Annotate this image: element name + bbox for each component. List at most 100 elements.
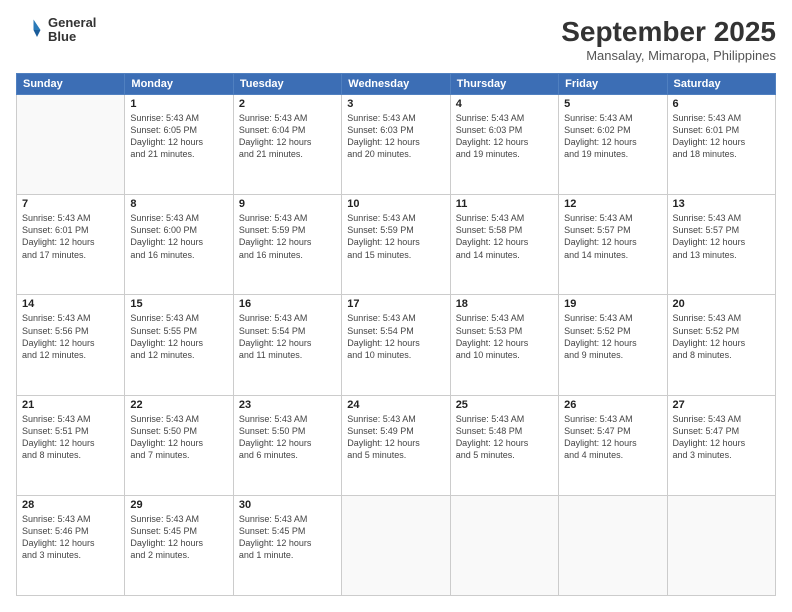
logo-line2: Blue	[48, 30, 96, 44]
calendar-cell: 11 Sunrise: 5:43 AM Sunset: 5:58 PM Dayli…	[450, 195, 558, 295]
day-info: Sunrise: 5:43 AM Sunset: 6:01 PM Dayligh…	[22, 212, 119, 261]
day-number: 22	[130, 399, 227, 411]
calendar-cell	[559, 495, 667, 595]
day-number: 1	[130, 98, 227, 110]
day-number: 13	[673, 198, 770, 210]
day-info: Sunrise: 5:43 AM Sunset: 5:47 PM Dayligh…	[673, 413, 770, 462]
day-number: 29	[130, 499, 227, 511]
logo: General Blue	[16, 16, 96, 45]
day-number: 9	[239, 198, 336, 210]
col-header-monday: Monday	[125, 74, 233, 95]
day-number: 15	[130, 298, 227, 310]
calendar-cell: 9Sunrise: 5:43 AM Sunset: 5:59 PM Daylig…	[233, 195, 341, 295]
logo-icon	[16, 16, 44, 44]
day-number: 20	[673, 298, 770, 310]
week-row-5: 28 Sunrise: 5:43 AM Sunset: 5:46 PM Dayli…	[17, 495, 776, 595]
location: Mansalay, Mimaropa, Philippines	[561, 48, 776, 63]
calendar-cell: 4Sunrise: 5:43 AM Sunset: 6:03 PM Daylig…	[450, 95, 558, 195]
week-row-3: 14Sunrise: 5:43 AM Sunset: 5:56 PM Dayli…	[17, 295, 776, 395]
day-info: Sunrise: 5:43 AM Sunset: 5:56 PM Dayligh…	[22, 312, 119, 361]
calendar-cell: 15Sunrise: 5:43 AM Sunset: 5:55 PM Dayli…	[125, 295, 233, 395]
day-info: Sunrise: 5:43 AM Sunset: 5:57 PM Dayligh…	[564, 212, 661, 261]
calendar-cell: 24Sunrise: 5:43 AM Sunset: 5:49 PM Dayli…	[342, 395, 450, 495]
calendar-cell: 8Sunrise: 5:43 AM Sunset: 6:00 PM Daylig…	[125, 195, 233, 295]
week-row-2: 7 Sunrise: 5:43 AM Sunset: 6:01 PM Daylig…	[17, 195, 776, 295]
day-number: 19	[564, 298, 661, 310]
day-info: Sunrise: 5:43 AM Sunset: 6:00 PM Dayligh…	[130, 212, 227, 261]
day-info: Sunrise: 5:43 AM Sunset: 5:54 PM Dayligh…	[347, 312, 444, 361]
day-info: Sunrise: 5:43 AM Sunset: 6:03 PM Dayligh…	[456, 112, 553, 161]
col-header-friday: Friday	[559, 74, 667, 95]
day-info: Sunrise: 5:43 AM Sunset: 5:54 PM Dayligh…	[239, 312, 336, 361]
month-title: September 2025	[561, 16, 776, 48]
day-number: 18	[456, 298, 553, 310]
calendar-cell: 13 Sunrise: 5:43 AM Sunset: 5:57 PM Dayli…	[667, 195, 775, 295]
day-info: Sunrise: 5:43 AM Sunset: 6:04 PM Dayligh…	[239, 112, 336, 161]
day-number: 16	[239, 298, 336, 310]
day-info: Sunrise: 5:43 AM Sunset: 5:52 PM Dayligh…	[673, 312, 770, 361]
calendar-table: SundayMondayTuesdayWednesdayThursdayFrid…	[16, 73, 776, 596]
calendar-cell	[667, 495, 775, 595]
day-number: 27	[673, 399, 770, 411]
day-info: Sunrise: 5:43 AM Sunset: 5:50 PM Dayligh…	[130, 413, 227, 462]
day-number: 30	[239, 499, 336, 511]
calendar-cell: 26Sunrise: 5:43 AM Sunset: 5:47 PM Dayli…	[559, 395, 667, 495]
calendar-cell: 18Sunrise: 5:43 AM Sunset: 5:53 PM Dayli…	[450, 295, 558, 395]
col-header-tuesday: Tuesday	[233, 74, 341, 95]
calendar-cell: 1 Sunrise: 5:43 AM Sunset: 6:05 PM Daylig…	[125, 95, 233, 195]
day-info: Sunrise: 5:43 AM Sunset: 5:57 PM Dayligh…	[673, 212, 770, 261]
day-info: Sunrise: 5:43 AM Sunset: 5:51 PM Dayligh…	[22, 413, 119, 462]
calendar-cell: 16 Sunrise: 5:43 AM Sunset: 5:54 PM Dayli…	[233, 295, 341, 395]
day-number: 28	[22, 499, 119, 511]
day-info: Sunrise: 5:43 AM Sunset: 5:58 PM Dayligh…	[456, 212, 553, 261]
calendar-cell: 17 Sunrise: 5:43 AM Sunset: 5:54 PM Dayli…	[342, 295, 450, 395]
calendar-cell	[17, 95, 125, 195]
calendar-cell: 20 Sunrise: 5:43 AM Sunset: 5:52 PM Dayli…	[667, 295, 775, 395]
calendar-cell: 7 Sunrise: 5:43 AM Sunset: 6:01 PM Daylig…	[17, 195, 125, 295]
calendar-cell: 14Sunrise: 5:43 AM Sunset: 5:56 PM Dayli…	[17, 295, 125, 395]
day-info: Sunrise: 5:43 AM Sunset: 5:52 PM Dayligh…	[564, 312, 661, 361]
day-number: 5	[564, 98, 661, 110]
col-header-saturday: Saturday	[667, 74, 775, 95]
calendar-cell: 27 Sunrise: 5:43 AM Sunset: 5:47 PM Dayli…	[667, 395, 775, 495]
calendar-cell: 12 Sunrise: 5:43 AM Sunset: 5:57 PM Dayli…	[559, 195, 667, 295]
day-info: Sunrise: 5:43 AM Sunset: 5:50 PM Dayligh…	[239, 413, 336, 462]
header: General Blue September 2025 Mansalay, Mi…	[16, 16, 776, 63]
day-number: 25	[456, 399, 553, 411]
day-number: 17	[347, 298, 444, 310]
calendar-cell: 2 Sunrise: 5:43 AM Sunset: 6:04 PM Daylig…	[233, 95, 341, 195]
calendar-cell: 5 Sunrise: 5:43 AM Sunset: 6:02 PM Daylig…	[559, 95, 667, 195]
day-info: Sunrise: 5:43 AM Sunset: 5:49 PM Dayligh…	[347, 413, 444, 462]
day-info: Sunrise: 5:43 AM Sunset: 6:01 PM Dayligh…	[673, 112, 770, 161]
day-info: Sunrise: 5:43 AM Sunset: 6:02 PM Dayligh…	[564, 112, 661, 161]
day-info: Sunrise: 5:43 AM Sunset: 5:45 PM Dayligh…	[130, 513, 227, 562]
page: General Blue September 2025 Mansalay, Mi…	[0, 0, 792, 612]
day-number: 10	[347, 198, 444, 210]
day-info: Sunrise: 5:43 AM Sunset: 5:45 PM Dayligh…	[239, 513, 336, 562]
calendar-cell: 25 Sunrise: 5:43 AM Sunset: 5:48 PM Dayli…	[450, 395, 558, 495]
day-number: 21	[22, 399, 119, 411]
calendar-cell: 19 Sunrise: 5:43 AM Sunset: 5:52 PM Dayli…	[559, 295, 667, 395]
col-header-thursday: Thursday	[450, 74, 558, 95]
col-header-sunday: Sunday	[17, 74, 125, 95]
calendar-cell	[450, 495, 558, 595]
day-info: Sunrise: 5:43 AM Sunset: 5:59 PM Dayligh…	[347, 212, 444, 261]
day-info: Sunrise: 5:43 AM Sunset: 6:05 PM Dayligh…	[130, 112, 227, 161]
week-row-1: 1 Sunrise: 5:43 AM Sunset: 6:05 PM Daylig…	[17, 95, 776, 195]
day-number: 6	[673, 98, 770, 110]
logo-text: General Blue	[48, 16, 96, 45]
calendar-cell: 21 Sunrise: 5:43 AM Sunset: 5:51 PM Dayli…	[17, 395, 125, 495]
calendar-cell: 6 Sunrise: 5:43 AM Sunset: 6:01 PM Daylig…	[667, 95, 775, 195]
day-number: 12	[564, 198, 661, 210]
day-number: 2	[239, 98, 336, 110]
calendar-cell: 3Sunrise: 5:43 AM Sunset: 6:03 PM Daylig…	[342, 95, 450, 195]
calendar-cell: 28 Sunrise: 5:43 AM Sunset: 5:46 PM Dayli…	[17, 495, 125, 595]
week-row-4: 21 Sunrise: 5:43 AM Sunset: 5:51 PM Dayli…	[17, 395, 776, 495]
calendar-cell: 29 Sunrise: 5:43 AM Sunset: 5:45 PM Dayli…	[125, 495, 233, 595]
day-info: Sunrise: 5:43 AM Sunset: 5:46 PM Dayligh…	[22, 513, 119, 562]
day-number: 7	[22, 198, 119, 210]
day-number: 3	[347, 98, 444, 110]
day-number: 11	[456, 198, 553, 210]
day-info: Sunrise: 5:43 AM Sunset: 5:47 PM Dayligh…	[564, 413, 661, 462]
day-info: Sunrise: 5:43 AM Sunset: 5:48 PM Dayligh…	[456, 413, 553, 462]
